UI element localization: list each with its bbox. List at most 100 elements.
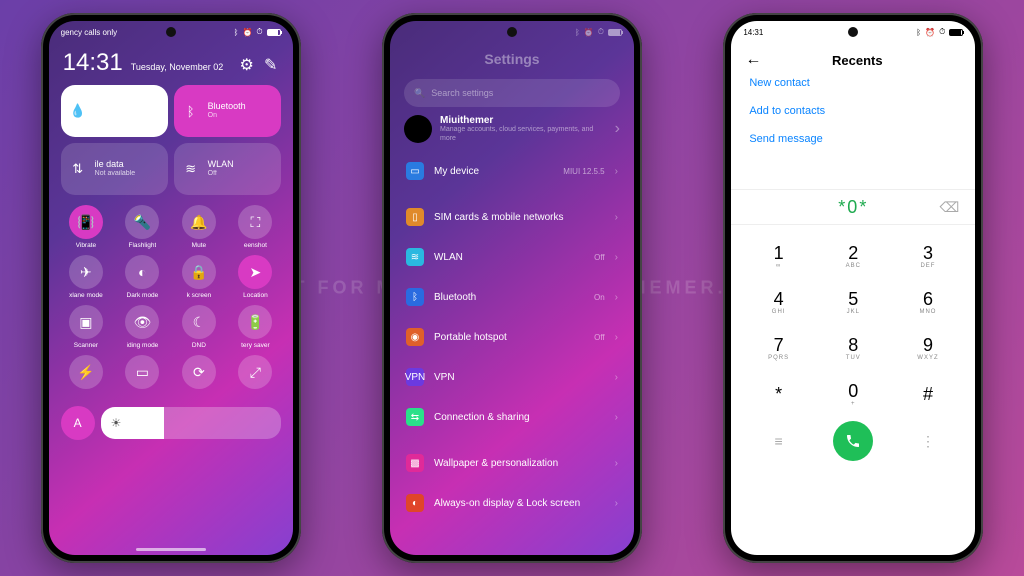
bluetooth-icon: ᛒ <box>916 28 921 37</box>
call-button[interactable] <box>833 421 873 461</box>
toggle-sync[interactable]: ⟳ <box>174 355 225 392</box>
more-button[interactable]: ⋮ <box>891 433 966 450</box>
toggle-label: Scanner <box>74 342 98 349</box>
key-number: 9 <box>923 336 933 354</box>
battery-icon <box>608 29 622 36</box>
backspace-button[interactable]: ⌫ <box>940 199 960 216</box>
row-label: Portable hotspot <box>434 332 584 343</box>
settings-row-connection-sharing[interactable]: ⇆ Connection & sharing › <box>404 397 620 437</box>
aod-icon: ◐ <box>406 494 424 512</box>
toggle-xlane mode[interactable]: ✈ xlane mode <box>61 255 112 299</box>
tile-title: Bluetooth <box>208 101 246 112</box>
toggle-label: tery saver <box>241 342 270 349</box>
key-#[interactable]: # <box>891 371 966 417</box>
key-7[interactable]: 7 PQRS <box>741 325 816 371</box>
toggle-Location[interactable]: ➤ Location <box>230 255 281 299</box>
share-icon: ⇆ <box>406 408 424 426</box>
mobile-data-icon: ⇅ <box>69 160 87 178</box>
toggle-tery saver[interactable]: 🔋 tery saver <box>230 305 281 349</box>
toggle-bolt[interactable]: ⚡ <box>61 355 112 392</box>
toggle-Scanner[interactable]: ▣ Scanner <box>61 305 112 349</box>
key-8[interactable]: 8 TUV <box>816 325 891 371</box>
edit-icon[interactable]: ✎ <box>263 55 279 71</box>
key-number: 2 <box>848 244 858 262</box>
tile-sub: Not available <box>95 170 135 178</box>
key-number: # <box>923 385 933 403</box>
back-button[interactable]: ← <box>745 51 761 69</box>
row-label: SIM cards & mobile networks <box>434 212 595 223</box>
action-send-message[interactable]: Send message <box>749 133 957 145</box>
quick-tile-ile data[interactable]: ⇅ ile data Not available <box>61 143 168 195</box>
toggle-label: Dark mode <box>127 292 159 299</box>
alarm-icon: ⏱ <box>939 27 945 37</box>
hotspot-icon: ◉ <box>406 328 424 346</box>
quick-tile-WLAN[interactable]: ≋ WLAN Off <box>174 143 281 195</box>
chevron-right-icon: › <box>615 332 618 343</box>
settings-row-sim-cards-mobile-networks[interactable]: ▯ SIM cards & mobile networks › <box>404 197 620 237</box>
expand-icon: ⤢ <box>238 355 272 389</box>
settings-row-bluetooth[interactable]: ᛒ Bluetooth On › <box>404 277 620 317</box>
key-6[interactable]: 6 MNO <box>891 279 966 325</box>
flashlight-icon: 🔦 <box>125 205 159 239</box>
chevron-right-icon: › <box>615 252 618 263</box>
quick-tile-Bluetooth[interactable]: ᛒ Bluetooth On <box>174 85 281 137</box>
page-title: Recents <box>769 53 945 68</box>
row-label: My device <box>434 166 553 177</box>
battery-icon <box>949 29 963 36</box>
key-number: 7 <box>774 336 784 354</box>
settings-gear-icon[interactable]: ⚙ <box>239 55 255 71</box>
toggle-cast[interactable]: ▭ <box>117 355 168 392</box>
row-label: Bluetooth <box>434 292 584 303</box>
bluetooth-icon: ᛒ <box>234 28 239 37</box>
toggle-iding mode[interactable]: 👁 iding mode <box>117 305 168 349</box>
toggle-Vibrate[interactable]: 📳 Vibrate <box>61 205 112 249</box>
toggle-eenshot[interactable]: ⛶ eenshot <box>230 205 281 249</box>
search-input[interactable]: 🔍 Search settings <box>404 79 620 107</box>
contact-actions: New contact Add to contacts Send message <box>731 73 975 149</box>
key-3[interactable]: 3 DEF <box>891 233 966 279</box>
alarm-icon: ⏰ <box>584 28 594 37</box>
account-row[interactable]: Miuithemer Manage accounts, cloud servic… <box>404 115 620 143</box>
dialed-number: *0* <box>838 197 868 218</box>
key-0[interactable]: 0 + <box>816 371 891 417</box>
toggle-label: Flashlight <box>128 242 156 249</box>
quick-tiles-large: 💧 ᛒ Bluetooth On⇅ ile data Not available… <box>49 85 293 195</box>
quick-tile-droplet[interactable]: 💧 <box>61 85 168 137</box>
toggle-Mute[interactable]: 🔔 Mute <box>174 205 225 249</box>
toggle-DND[interactable]: ☾ DND <box>174 305 225 349</box>
phone-mockup-settings: ᛒ ⏰ ⏱ Settings 🔍 Search settings Miuithe… <box>382 13 642 563</box>
wifi-icon: ≋ <box>406 248 424 266</box>
toggle-expand[interactable]: ⤢ <box>230 355 281 392</box>
settings-row-wallpaper-personalization[interactable]: ▩ Wallpaper & personalization › <box>404 443 620 483</box>
phone-mockup-dialer: 14:31 ᛒ ⏰ ⏱ ← Recents New contactAdd to … <box>723 13 983 563</box>
settings-row-vpn[interactable]: VPN VPN › <box>404 357 620 397</box>
chevron-right-icon: › <box>615 412 618 423</box>
key-1[interactable]: 1 ∞ <box>741 233 816 279</box>
row-label: Always-on display & Lock screen <box>434 498 595 509</box>
action-new-contact[interactable]: New contact <box>749 77 957 89</box>
key-4[interactable]: 4 GHI <box>741 279 816 325</box>
key-*[interactable]: * <box>741 371 816 417</box>
brightness-slider[interactable]: ☀ <box>101 407 281 439</box>
key-2[interactable]: 2 ABC <box>816 233 891 279</box>
menu-button[interactable]: ≡ <box>741 433 816 449</box>
toggle-Flashlight[interactable]: 🔦 Flashlight <box>117 205 168 249</box>
eye-icon: 👁 <box>125 305 159 339</box>
settings-row-always-on-display-lock-screen[interactable]: ◐ Always-on display & Lock screen › <box>404 483 620 523</box>
key-9[interactable]: 9 WXYZ <box>891 325 966 371</box>
darkmode-icon: ◐ <box>125 255 159 289</box>
toggle-Dark mode[interactable]: ◐ Dark mode <box>117 255 168 299</box>
key-letters: MNO <box>919 309 936 315</box>
clock-date: Tuesday, November 02 <box>131 62 231 72</box>
settings-row-my-device[interactable]: ▭ My device MIUI 12.5.5 › <box>404 151 620 191</box>
settings-row-wlan[interactable]: ≋ WLAN Off › <box>404 237 620 277</box>
chevron-right-icon: › <box>615 372 618 383</box>
home-indicator[interactable] <box>136 548 206 551</box>
key-5[interactable]: 5 JKL <box>816 279 891 325</box>
toggle-k screen[interactable]: 🔒 k screen <box>174 255 225 299</box>
action-add-to-contacts[interactable]: Add to contacts <box>749 105 957 117</box>
font-size-button[interactable]: A <box>61 406 95 440</box>
alarm-icon: ⏰ <box>242 28 252 37</box>
settings-row-portable-hotspot[interactable]: ◉ Portable hotspot Off › <box>404 317 620 357</box>
key-number: 0 <box>848 382 858 400</box>
